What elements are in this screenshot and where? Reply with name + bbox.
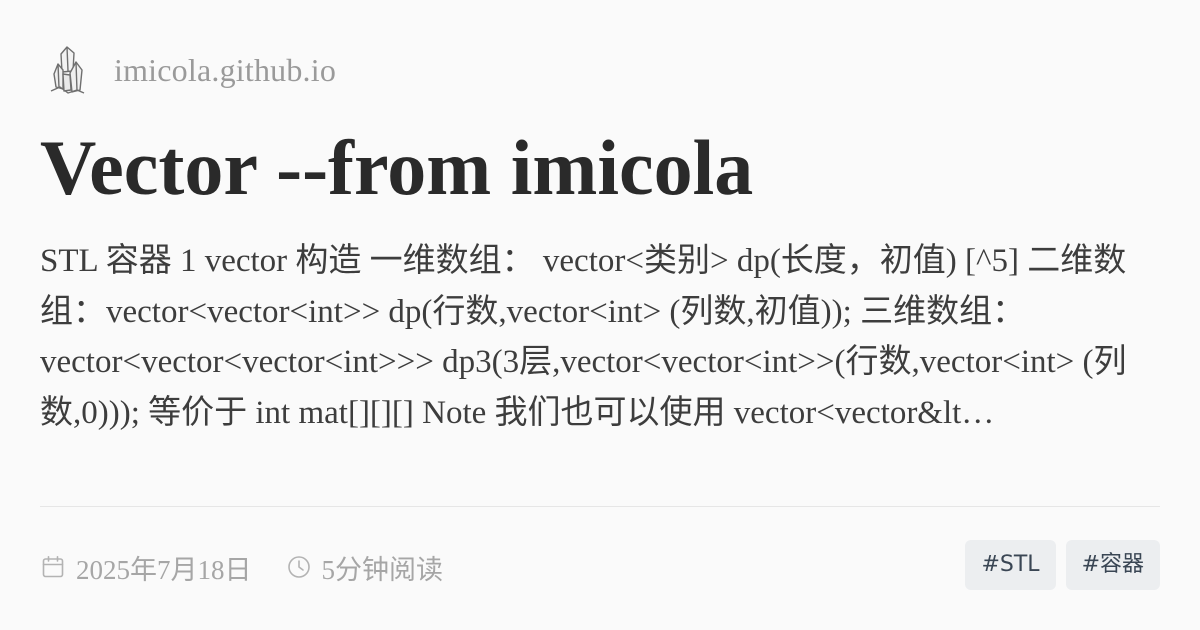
tag-stl[interactable]: #STL [965,540,1056,590]
site-name[interactable]: imicola.github.io [114,52,336,89]
tag-list: #STL #容器 [955,540,1160,590]
post-excerpt: STL 容器 1 vector 构造 一维数组： vector<类别> dp(长… [40,243,1127,431]
post-title[interactable]: Vector --from imicola [40,120,753,216]
reading-time-text: 5分钟阅读 [321,554,444,585]
crystal-icon [50,46,85,94]
site-header[interactable]: imicola.github.io [48,42,336,98]
calendar-icon [42,556,64,578]
clock-icon [287,556,310,578]
divider [40,506,1160,507]
tag-containers[interactable]: #容器 [1065,540,1160,590]
publish-date: 2025年7月18日 [40,548,252,587]
post-meta: 2025年7月18日 5分钟阅读 [40,545,443,589]
publish-date-text: 2025年7月18日 [76,554,252,585]
share-card: imicola.github.io Vector --from imicola … [0,0,1200,630]
reading-time: 5分钟阅读 [286,548,444,587]
